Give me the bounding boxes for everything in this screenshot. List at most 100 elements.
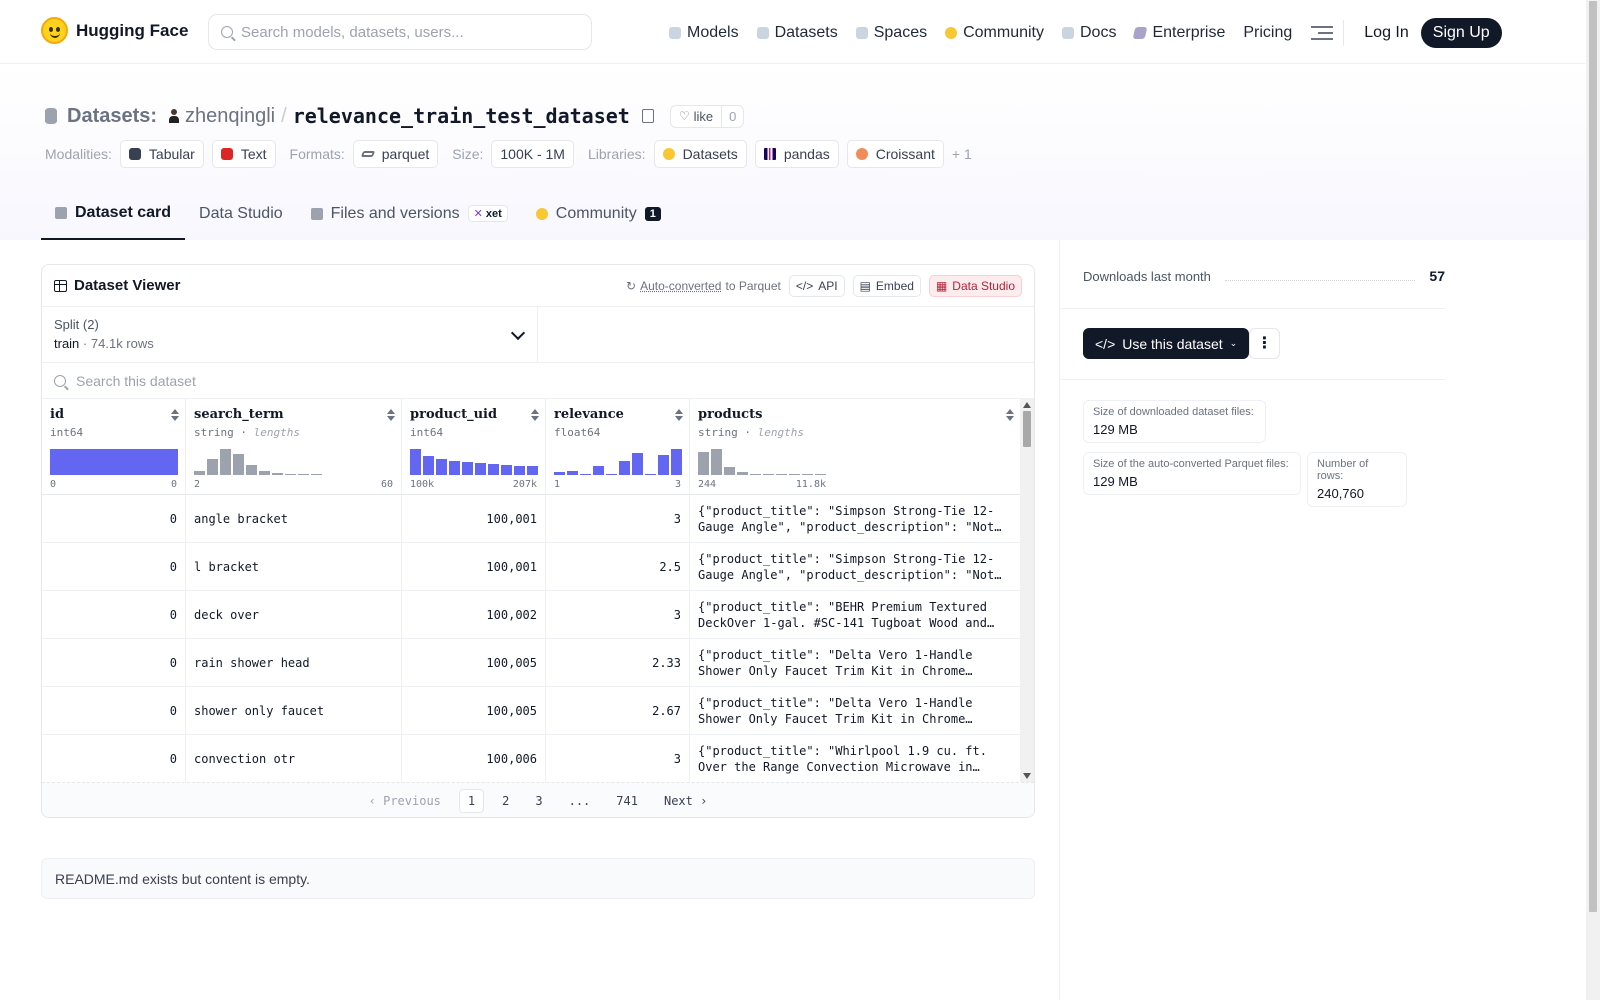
- table-row[interactable]: 0 deck over 100,002 3 {"product_title": "BEH…: [42, 591, 1021, 639]
- cell-id[interactable]: 0: [42, 591, 186, 639]
- histogram-bar[interactable]: [789, 474, 800, 475]
- column-header-products[interactable]: products string · lengths 244 11.8k: [690, 399, 1021, 495]
- cell-relevance[interactable]: 2.67: [546, 687, 690, 735]
- histogram-bar[interactable]: [233, 454, 244, 475]
- histogram-bar[interactable]: [50, 449, 178, 475]
- histogram-bar[interactable]: [207, 459, 218, 475]
- nav-datasets[interactable]: Datasets: [748, 20, 847, 46]
- scroll-down-icon[interactable]: [1023, 773, 1031, 779]
- page-2[interactable]: 2: [494, 790, 517, 812]
- copy-icon[interactable]: [641, 109, 654, 123]
- histogram-bar[interactable]: [488, 464, 499, 475]
- histogram-bar[interactable]: [645, 474, 656, 475]
- histogram-bar[interactable]: [220, 449, 231, 475]
- tag-croissant[interactable]: Croissant: [846, 140, 944, 168]
- tab-community[interactable]: Community 1: [522, 187, 675, 240]
- like-button[interactable]: ♡ like 0: [669, 104, 745, 128]
- cell-products[interactable]: {"product_title": "Simpson Strong-Tie 12…: [690, 495, 1021, 543]
- sort-icon[interactable]: [1006, 409, 1014, 421]
- global-search-input[interactable]: Search models, datasets, users...: [208, 14, 592, 50]
- table-row[interactable]: 0 angle bracket 100,001 3 {"product_title": …: [42, 495, 1021, 543]
- repo-kind-label[interactable]: Datasets:: [67, 105, 157, 128]
- histogram-bar[interactable]: [815, 474, 826, 475]
- cell-search-term[interactable]: l bracket: [186, 543, 402, 591]
- histogram-bar[interactable]: [259, 471, 270, 475]
- more-tags[interactable]: + 1: [952, 146, 972, 162]
- next-page-button[interactable]: Next ›: [656, 790, 715, 812]
- histogram-bar[interactable]: [711, 449, 722, 475]
- column-header-search-term[interactable]: search_term string · lengths 2 60: [186, 399, 402, 495]
- tab-files[interactable]: Files and versions ✕ xet: [297, 187, 522, 240]
- histogram-bar[interactable]: [619, 461, 630, 475]
- sort-icon[interactable]: [387, 409, 395, 421]
- cell-search-term[interactable]: rain shower head: [186, 639, 402, 687]
- histogram-bar[interactable]: [567, 471, 578, 475]
- scroll-thumb[interactable]: [1023, 411, 1031, 447]
- histogram-bar[interactable]: [593, 466, 604, 475]
- sort-icon[interactable]: [171, 409, 179, 421]
- tab-dataset-card[interactable]: Dataset card: [41, 187, 186, 240]
- cell-products[interactable]: {"product_title": "Whirlpool 1.9 cu. ft.…: [690, 735, 1021, 782]
- tag-datasets[interactable]: Datasets: [653, 140, 747, 168]
- histogram-bar[interactable]: [580, 474, 591, 475]
- table-row[interactable]: 0 convection otr 100,006 3 {"product_title":…: [42, 735, 1021, 782]
- histogram-bar[interactable]: [554, 472, 565, 475]
- page-3[interactable]: 3: [527, 790, 550, 812]
- histogram-bar[interactable]: [527, 466, 538, 475]
- cell-id[interactable]: 0: [42, 543, 186, 591]
- histogram-bar[interactable]: [272, 473, 283, 475]
- cell-search-term[interactable]: shower only faucet: [186, 687, 402, 735]
- page-scrollbar[interactable]: [1586, 0, 1600, 1000]
- page-1[interactable]: 1: [458, 789, 485, 813]
- cell-product-uid[interactable]: 100,001: [402, 495, 546, 543]
- more-menu-icon[interactable]: [1311, 26, 1334, 40]
- table-row[interactable]: 0 rain shower head 100,005 2.33 {"product_ti…: [42, 639, 1021, 687]
- histogram-bar[interactable]: [698, 452, 709, 475]
- page-scroll-thumb[interactable]: [1589, 1, 1597, 912]
- cell-product-uid[interactable]: 100,001: [402, 543, 546, 591]
- previous-page-button[interactable]: ‹ Previous: [361, 790, 449, 812]
- histogram-bar[interactable]: [285, 474, 296, 475]
- nav-enterprise[interactable]: Enterprise: [1125, 20, 1234, 46]
- use-dataset-button[interactable]: </> Use this dataset ⌄: [1083, 328, 1250, 359]
- cell-id[interactable]: 0: [42, 639, 186, 687]
- histogram-bar[interactable]: [311, 474, 322, 475]
- cell-relevance[interactable]: 2.33: [546, 639, 690, 687]
- histogram-bar[interactable]: [737, 472, 748, 475]
- histogram-bar[interactable]: [763, 474, 774, 475]
- histogram-bar[interactable]: [462, 462, 473, 475]
- cell-search-term[interactable]: angle bracket: [186, 495, 402, 543]
- table-row[interactable]: 0l bracket 100,001 2.5 {"product_title": "S…: [42, 543, 1021, 591]
- cell-product-uid[interactable]: 100,002: [402, 591, 546, 639]
- cell-product-uid[interactable]: 100,006: [402, 735, 546, 782]
- cell-relevance[interactable]: 3: [546, 735, 690, 782]
- embed-button[interactable]: ▤ Embed: [852, 274, 921, 297]
- cell-search-term[interactable]: convection otr: [186, 735, 402, 782]
- cell-id[interactable]: 0: [42, 735, 186, 782]
- cell-id[interactable]: 0: [42, 687, 186, 735]
- signup-button[interactable]: Sign Up: [1420, 18, 1502, 48]
- histogram-bar[interactable]: [606, 474, 617, 475]
- column-header-relevance[interactable]: relevance float64 1 3: [546, 399, 690, 495]
- cell-id[interactable]: 0: [42, 495, 186, 543]
- histogram-bar[interactable]: [449, 461, 460, 475]
- split-select[interactable]: Split (2) train · 74.1k rows: [42, 307, 538, 363]
- table-row[interactable]: 0 shower only faucet 100,005 2.67 {"product_…: [42, 687, 1021, 735]
- tag-parquet[interactable]: parquet: [352, 140, 439, 168]
- histogram-bar[interactable]: [501, 465, 512, 475]
- scroll-up-icon[interactable]: [1023, 402, 1031, 408]
- column-header-product-uid[interactable]: product_uid int64 100k 207k: [402, 399, 546, 495]
- nav-models[interactable]: Models: [660, 20, 748, 46]
- repo-owner-link[interactable]: zhenqingli: [185, 105, 275, 128]
- histogram-bar[interactable]: [246, 465, 257, 475]
- nav-spaces[interactable]: Spaces: [847, 20, 936, 46]
- tag-pandas[interactable]: pandas: [754, 140, 839, 168]
- cell-products[interactable]: {"product_title": "BEHR Premium Textured…: [690, 591, 1021, 639]
- brand-logo[interactable]: Hugging Face: [41, 17, 188, 44]
- histogram-bar[interactable]: [750, 474, 761, 475]
- cell-products[interactable]: {"product_title": "Simpson Strong-Tie 12…: [690, 543, 1021, 591]
- tab-data-studio[interactable]: Data Studio: [41, 187, 297, 333]
- cell-product-uid[interactable]: 100,005: [402, 687, 546, 735]
- nav-pricing[interactable]: Pricing: [1234, 20, 1301, 46]
- tag-size[interactable]: 100K - 1M: [491, 140, 574, 168]
